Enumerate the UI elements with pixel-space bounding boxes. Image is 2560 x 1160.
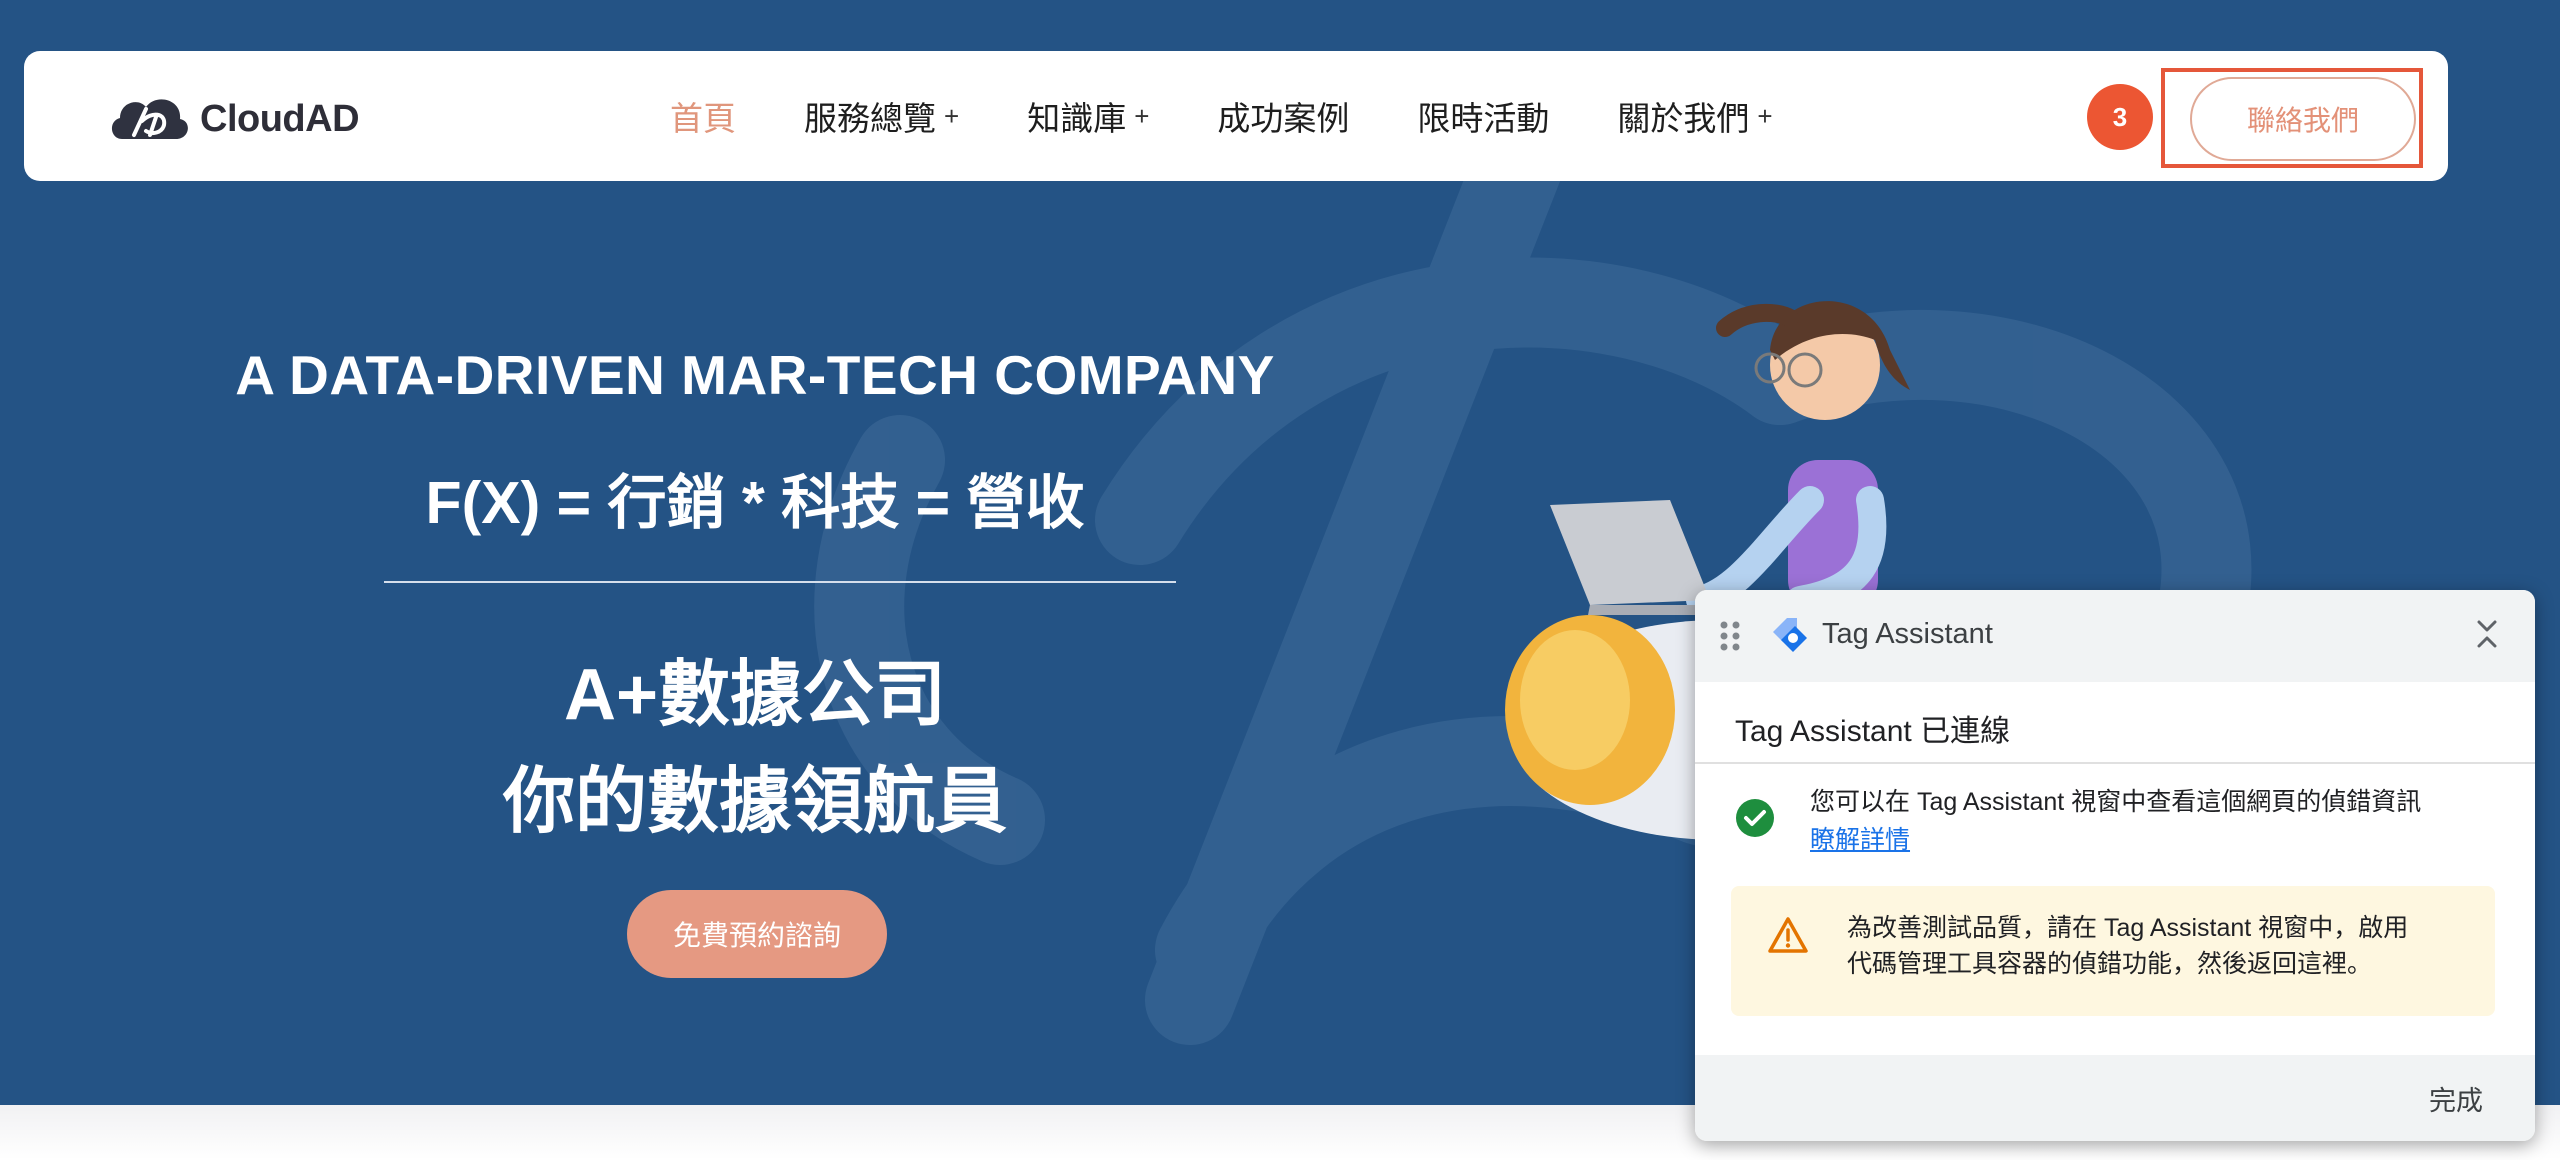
nav-item-label: 限時活動 [1417, 100, 1550, 137]
expand-plus-icon: + [1757, 100, 1773, 131]
hero-heading-line2: 你的數據領航員 [502, 762, 1007, 842]
free-consultation-button[interactable]: 免費預約諮詢 [627, 890, 887, 978]
warning-text-line2: 代碼管理工具容器的偵錯功能，然後返回這裡。 [1847, 950, 2373, 978]
warning-text: 為改善測試品質，請在 Tag Assistant 視窗中，啟用 代碼管理工具容器… [1847, 910, 2477, 982]
tag-assistant-logo-icon [1773, 618, 1807, 652]
nav-item-knowledge-base[interactable]: 知識庫 + [1027, 92, 1149, 140]
nav-item-services[interactable]: 服務總覽 + [804, 92, 959, 140]
expand-plus-icon: + [1134, 100, 1150, 131]
nav-item-label: 知識庫 [1027, 100, 1127, 137]
warning-icon [1768, 917, 1808, 953]
done-button[interactable]: 完成 [2429, 1079, 2483, 1118]
cloud-ad-logo-icon [111, 99, 188, 139]
brand-logo[interactable]: CloudAD [108, 89, 360, 149]
expand-plus-icon: + [944, 100, 960, 131]
step-number-badge: 3 [2087, 84, 2153, 150]
nav-item-promotions[interactable]: 限時活動 [1417, 92, 1549, 140]
nav-item-about-us[interactable]: 關於我們 + [1617, 92, 1772, 140]
debug-info-message: 您可以在 Tag Assistant 視窗中查看這個網頁的偵錯資訊 瞭解詳情 [1810, 783, 2510, 859]
connection-status: Tag Assistant 已連線 [1735, 715, 2011, 748]
nav-item-home[interactable]: 首頁 [670, 92, 736, 140]
brand-name: CloudAD [200, 97, 360, 140]
nav-item-label: 成功案例 [1217, 100, 1350, 137]
hero-divider [384, 581, 1176, 583]
tag-assistant-panel: Tag Assistant Tag Assistant 已連線 您可以在 Tag… [1695, 590, 2535, 1141]
drag-handle-icon[interactable] [1719, 620, 1741, 652]
tag-assistant-footer: 完成 [1695, 1055, 2535, 1141]
nav-item-success-cases[interactable]: 成功案例 [1217, 92, 1349, 140]
check-circle-icon [1736, 799, 1774, 837]
collapse-icon[interactable] [2473, 618, 2501, 650]
warning-text-line1: 為改善測試品質，請在 Tag Assistant 視窗中，啟用 [1847, 914, 2409, 942]
tag-assistant-title: Tag Assistant [1822, 618, 1993, 650]
hero-tagline: A DATA-DRIVEN MAR-TECH COMPANY [235, 344, 1275, 406]
divider [1695, 762, 2535, 764]
site-header: CloudAD 首頁 服務總覽 + 知識庫 + 成功案例 限時活動 關於我們 + [24, 51, 2448, 181]
nav-item-label: 關於我們 [1617, 100, 1750, 137]
debug-info-text: 您可以在 Tag Assistant 視窗中查看這個網頁的偵錯資訊 [1810, 788, 2422, 816]
tag-assistant-header: Tag Assistant [1695, 590, 2535, 682]
warning-box: 為改善測試品質，請在 Tag Assistant 視窗中，啟用 代碼管理工具容器… [1731, 886, 2495, 1016]
learn-more-link[interactable]: 瞭解詳情 [1810, 826, 1910, 854]
contact-us-button[interactable]: 聯絡我們 [2190, 77, 2416, 161]
nav-item-label: 服務總覽 [804, 100, 936, 137]
main-nav: 首頁 服務總覽 + 知識庫 + 成功案例 限時活動 關於我們 + [670, 91, 1841, 141]
nav-item-label: 首頁 [670, 100, 736, 137]
hero-formula: F(X) = 行銷 * 科技 = 營收 [425, 470, 1085, 536]
hero-heading-line1: A+數據公司 [563, 655, 947, 735]
